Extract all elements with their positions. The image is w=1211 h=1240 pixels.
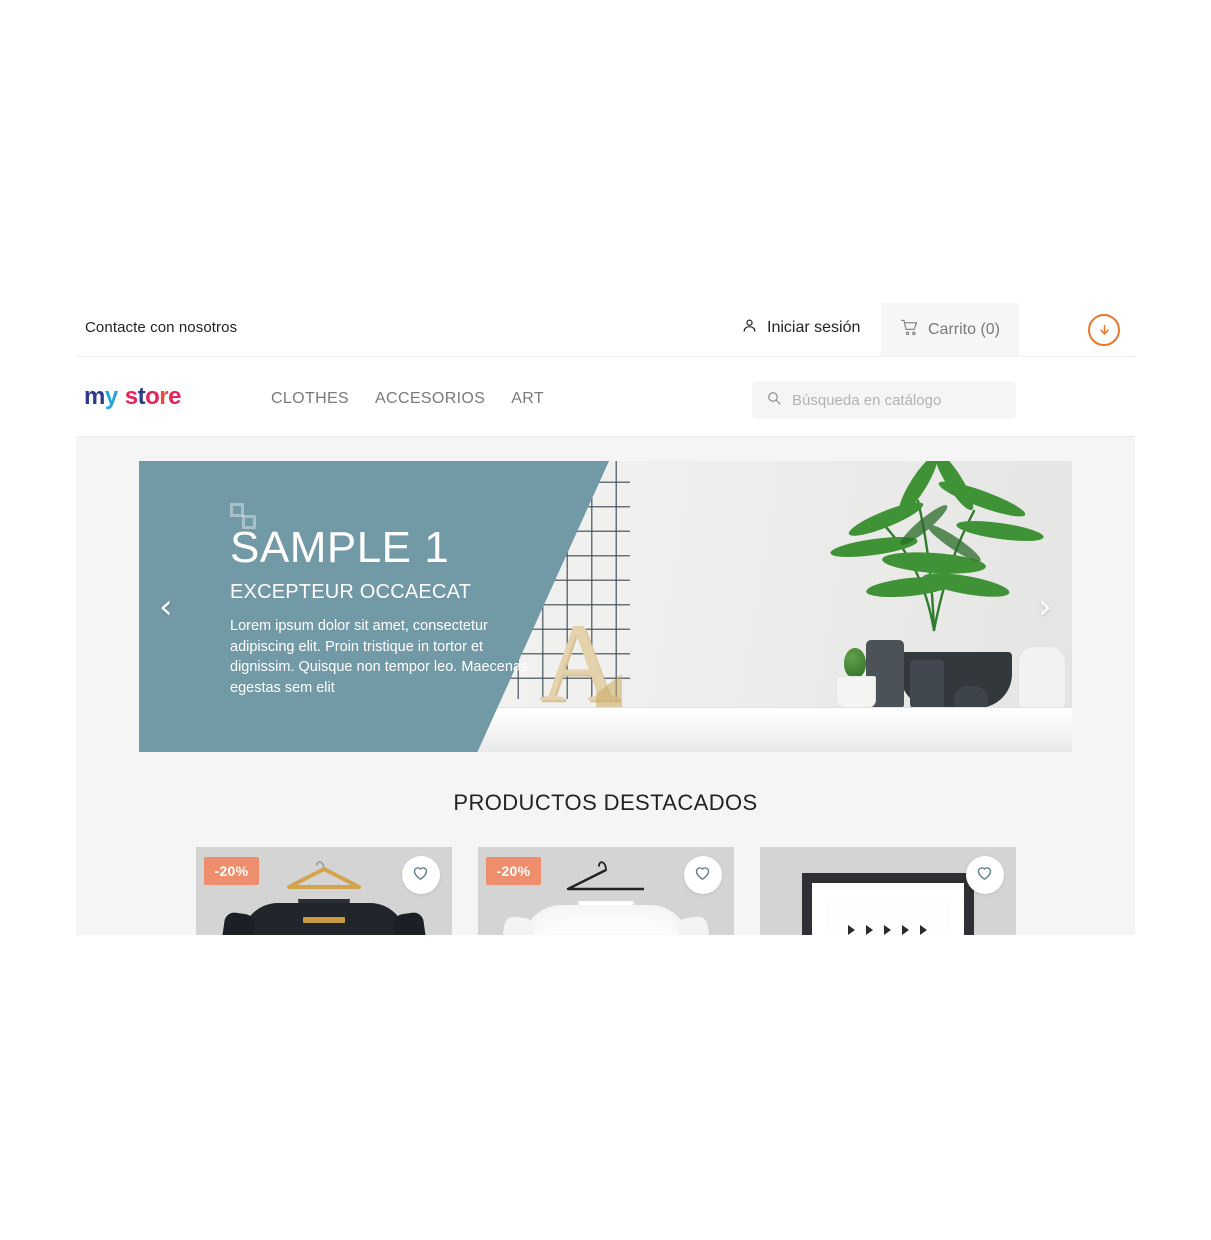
logo-letter: s bbox=[124, 383, 138, 410]
triangle-icon bbox=[920, 925, 927, 935]
frame-mat: THE bbox=[811, 883, 964, 935]
search-box[interactable] bbox=[752, 381, 1016, 419]
site-header: my store CLOTHES ACCESORIOS ART bbox=[76, 357, 1135, 437]
top-bar: Contacte con nosotros Iniciar sesión Car… bbox=[76, 303, 1135, 357]
main-navigation: CLOTHES ACCESORIOS ART bbox=[271, 390, 544, 408]
chevron-right-icon[interactable]: › bbox=[1038, 590, 1052, 624]
logo-letter: t bbox=[137, 383, 146, 410]
black-hanger bbox=[561, 857, 651, 893]
hero-body: Lorem ipsum dolor sit amet, consectetur … bbox=[230, 618, 529, 696]
chevron-left-icon[interactable]: ‹ bbox=[159, 590, 173, 624]
product-card[interactable]: -20% bbox=[477, 847, 734, 935]
contact-link[interactable]: Contacte con nosotros bbox=[85, 319, 237, 336]
heart-icon bbox=[693, 863, 712, 887]
poster-art: THE bbox=[825, 899, 950, 935]
page-content: A SAMPLE 1 EXCEPTEUR OCCAECAT Lorem ipsu… bbox=[76, 437, 1135, 935]
nav-item-art[interactable]: ART bbox=[511, 390, 544, 408]
triangle-row bbox=[826, 925, 950, 935]
wishlist-button[interactable] bbox=[401, 856, 440, 894]
hero-carousel[interactable]: A SAMPLE 1 EXCEPTEUR OCCAECAT Lorem ipsu… bbox=[139, 461, 1072, 752]
cactus-pot bbox=[836, 676, 876, 708]
logo-letter: r bbox=[159, 383, 169, 410]
wishlist-button[interactable] bbox=[965, 856, 1004, 894]
screenshot-canvas: Contacte con nosotros Iniciar sesión Car… bbox=[0, 0, 1211, 1240]
palm-plant bbox=[814, 461, 1044, 645]
page-title: PRODUCTOS DESTACADOS bbox=[453, 790, 758, 815]
triangle-icon bbox=[884, 925, 891, 935]
discount-badge: -20% bbox=[203, 857, 260, 885]
store-logo[interactable]: my store bbox=[84, 385, 181, 409]
heart-icon bbox=[411, 863, 430, 887]
cart-label: Carrito (0) bbox=[927, 320, 1000, 338]
cart-button[interactable]: Carrito (0) bbox=[881, 303, 1019, 356]
triangle-icon bbox=[866, 925, 873, 935]
nav-item-accesorios[interactable]: ACCESORIOS bbox=[375, 390, 485, 408]
decorative-squares-icon bbox=[230, 503, 260, 531]
hero-caption: SAMPLE 1 EXCEPTEUR OCCAECAT Lorem ipsum … bbox=[230, 503, 560, 699]
white-jug bbox=[1018, 646, 1066, 708]
triangle-icon bbox=[848, 925, 855, 935]
wooden-hanger bbox=[281, 857, 367, 891]
logo-letter: m bbox=[84, 383, 105, 410]
nav-item-clothes[interactable]: CLOTHES bbox=[271, 390, 349, 408]
hero-subtitle: EXCEPTEUR OCCAECAT bbox=[230, 581, 472, 604]
cactus bbox=[844, 648, 866, 678]
browser-viewport: Contacte con nosotros Iniciar sesión Car… bbox=[76, 303, 1135, 935]
white-sweatshirt bbox=[521, 905, 690, 935]
triangle-icon bbox=[902, 925, 909, 935]
logo-letter: o bbox=[145, 383, 160, 410]
dark-vase-2 bbox=[910, 660, 944, 708]
dark-vase-3 bbox=[954, 686, 988, 708]
logo-letter: e bbox=[168, 383, 181, 410]
search-icon bbox=[766, 390, 782, 411]
shopping-cart-icon bbox=[900, 318, 919, 342]
login-label: Iniciar sesión bbox=[767, 319, 861, 336]
search-input[interactable] bbox=[792, 391, 1002, 409]
featured-products-grid: -20% -20% bbox=[126, 847, 1086, 935]
hero-title: SAMPLE 1 bbox=[230, 523, 450, 572]
product-card[interactable]: THE bbox=[759, 847, 1016, 935]
user-icon bbox=[741, 317, 758, 339]
product-card[interactable]: -20% bbox=[195, 847, 452, 935]
download-circle-icon[interactable] bbox=[1088, 314, 1120, 346]
logo-letter: y bbox=[104, 383, 118, 410]
black-picture-frame: THE bbox=[801, 873, 974, 935]
login-link[interactable]: Iniciar sesión bbox=[741, 317, 860, 339]
gold-tag bbox=[302, 917, 345, 923]
wishlist-button[interactable] bbox=[683, 856, 722, 894]
discount-badge: -20% bbox=[485, 857, 542, 885]
heart-icon bbox=[975, 863, 994, 887]
